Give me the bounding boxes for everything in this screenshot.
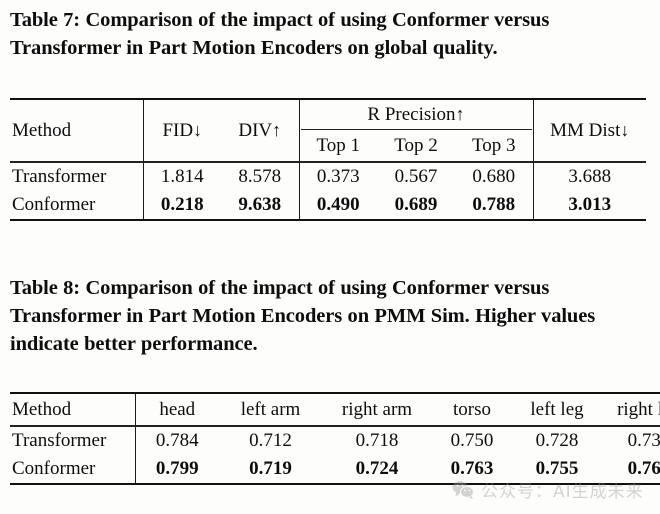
- table-7-row-0-method: Transformer: [12, 165, 107, 187]
- table-8-row-0-left-arm: 0.712: [249, 429, 292, 451]
- table-row: Transformer 0.784 0.712 0.718 0.750 0.72…: [10, 426, 660, 455]
- mm-dist-down-arrow-icon: ↓: [620, 119, 630, 140]
- table-8-row-1-head: 0.799: [134, 454, 219, 483]
- table-8-header-left-leg: left leg: [530, 398, 584, 420]
- table-7-header-div-label: DIV: [238, 119, 273, 141]
- table-8-row-0-right-leg: 0.732: [627, 429, 660, 451]
- table-7-row-0-top2: 0.567: [394, 165, 438, 187]
- table-8-row-0-left-leg: 0.728: [535, 429, 579, 451]
- table-8-header-head: head: [134, 394, 219, 426]
- table-7-row-0-top3: 0.680: [472, 165, 516, 187]
- table-7-row-0-mm-dist: 3.688: [532, 162, 646, 191]
- table-7-row-0-top1: 0.373: [298, 162, 377, 191]
- table-8-header-torso: torso: [453, 398, 491, 420]
- table-7-header-mm-dist: MM Dist↓: [532, 100, 646, 162]
- table-7-header-r-precision-group: R Precision↑: [298, 100, 533, 132]
- table-8-row-1-left-arm: 0.719: [249, 457, 292, 479]
- table-7-grid: Method FID↓ DIV↑ R Precision↑ MM Dist↓ T…: [10, 98, 646, 221]
- table-7-row-1-mm-dist: 3.013: [532, 190, 646, 219]
- table-8-row-1-method: Conformer: [12, 457, 96, 479]
- table-8-header-left-arm: left arm: [240, 398, 301, 420]
- table-7-header-row: Method FID↓ DIV↑ R Precision↑ MM Dist↓: [10, 100, 646, 162]
- table-7-header-method: Method: [12, 119, 72, 141]
- r-precision-up-arrow-icon: ↑: [455, 104, 465, 125]
- document-page: Table 7: Comparison of the impact of usi…: [0, 0, 660, 514]
- table-8-row-0-right-arm: 0.718: [355, 429, 399, 451]
- table-7-header-top1: Top 1: [298, 131, 377, 162]
- table-7-header-fid: FID↓: [142, 100, 221, 162]
- table-8-row-0-method: Transformer: [12, 429, 107, 451]
- table-7-row-0-fid: 1.814: [142, 162, 221, 191]
- table-7-row-1-fid: 0.218: [142, 190, 221, 219]
- table-8: Method head left arm right arm torso lef…: [10, 392, 660, 485]
- table-7-header-mm-dist-label: MM Dist: [550, 119, 621, 141]
- table-8-caption: Table 8: Comparison of the impact of usi…: [10, 277, 596, 355]
- table-8-header-row: Method head left arm right arm torso lef…: [10, 394, 660, 426]
- table-8-row-1-right-leg: 0.763: [627, 457, 660, 479]
- table-7-bottomrule: [10, 218, 646, 221]
- table-7-row-1-method: Conformer: [12, 193, 96, 215]
- table-8-row-0-torso: 0.750: [450, 429, 494, 451]
- table-7-row-1-top3: 0.788: [472, 193, 516, 215]
- table-8-header-right-arm: right arm: [341, 398, 413, 420]
- table-row: Conformer 0.799 0.719 0.724 0.763 0.755 …: [10, 454, 660, 483]
- table-7-cmidrule: [300, 129, 532, 131]
- table-7-row-1-div: 9.638: [238, 193, 282, 215]
- table-7-row-0-div: 8.578: [238, 165, 282, 187]
- table-7-header-div: DIV↑: [221, 100, 299, 161]
- table-7-header-top3: Top 3: [471, 135, 516, 157]
- table-7-header-r-precision-label: R Precision: [367, 104, 456, 126]
- table-row: Transformer 1.814 8.578 0.373 0.567 0.68…: [10, 162, 646, 191]
- table-8-row-0-head: 0.784: [134, 426, 219, 455]
- table-7-row-1-top2: 0.689: [394, 193, 438, 215]
- table-7-header-fid-label: FID: [162, 119, 194, 141]
- table-7: Method FID↓ DIV↑ R Precision↑ MM Dist↓ T…: [10, 98, 646, 221]
- table-8-header-method: Method: [12, 398, 72, 420]
- table-7-row-1-top1: 0.490: [298, 190, 377, 219]
- table-8-header-right-leg: right leg: [617, 398, 660, 420]
- div-up-arrow-icon: ↑: [272, 119, 282, 140]
- table-8-row-1-right-arm: 0.724: [355, 457, 399, 479]
- table-8-row-1-left-leg: 0.755: [535, 457, 579, 479]
- table-8-grid: Method head left arm right arm torso lef…: [10, 392, 660, 485]
- table-8-row-1-torso: 0.763: [450, 457, 494, 479]
- table-8-bottomrule: [10, 482, 660, 485]
- table-7-caption: Table 7: Comparison of the impact of usi…: [10, 9, 550, 59]
- table-row: Conformer 0.218 9.638 0.490 0.689 0.788 …: [10, 190, 646, 219]
- table-7-header-top2: Top 2: [394, 135, 438, 157]
- fid-down-arrow-icon: ↓: [193, 119, 203, 140]
